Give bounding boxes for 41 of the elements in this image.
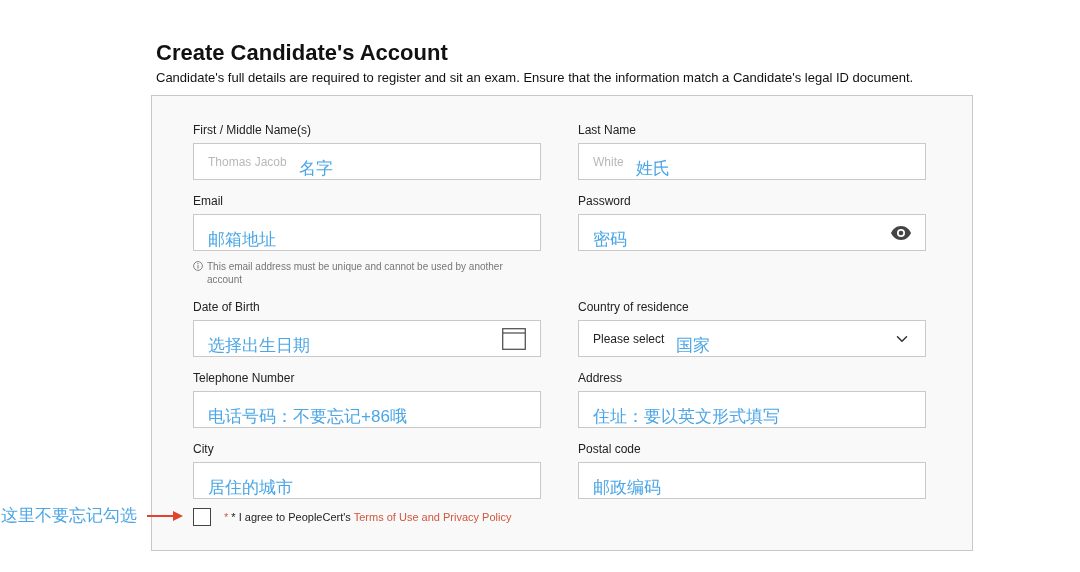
annotation-text: 邮箱地址 — [208, 230, 276, 250]
agree-text: * * I agree to PeopleCert's Terms of Use and Privacy Policy — [224, 511, 512, 523]
input-field[interactable]: 住址：要以英文形式填写 — [578, 391, 926, 428]
annotation-text: 姓氏 — [635, 159, 670, 179]
annotation-text: 密码 — [593, 230, 627, 250]
arrow-icon — [147, 510, 183, 521]
input-field[interactable]: 密码 — [578, 214, 926, 251]
info-icon — [193, 261, 203, 271]
input-field[interactable]: Thomas Jacob 名字 — [193, 143, 541, 180]
field-label: First / Middle Name(s) — [193, 123, 312, 138]
annotation-text: 国家 — [676, 336, 711, 356]
annotation-text: 住址：要以英文形式填写 — [593, 407, 780, 427]
input-field[interactable]: 居住的城市 — [193, 462, 541, 499]
field-label: Password — [578, 194, 632, 209]
page-subtitle: Candidate's full details are required to register and sit an exam. Ensure that the information match a Candidate's legal ID document. — [156, 70, 915, 85]
select-field[interactable]: Please select 国家 — [578, 320, 926, 357]
field-label: Last Name — [578, 123, 638, 138]
input-field[interactable]: 选择出生日期 — [193, 320, 541, 357]
input-field[interactable]: 邮箱地址 — [193, 214, 541, 251]
terms-link[interactable]: Terms of Use and Privacy Policy — [353, 511, 512, 523]
field-label: Country of residence — [578, 300, 690, 315]
input-field[interactable]: 电话号码：不要忘记+86哦 — [193, 391, 541, 428]
annotation-text: 电话号码：不要忘记+86哦 — [208, 407, 407, 427]
annotation-text: 选择出生日期 — [208, 336, 310, 356]
eye-icon[interactable] — [891, 225, 911, 240]
field-label: Date of Birth — [193, 300, 261, 315]
field-label: Email — [193, 194, 224, 209]
field-label: Telephone Number — [193, 371, 296, 386]
calendar-icon[interactable] — [502, 327, 526, 350]
annotation-text: 这里不要忘记勾选 — [1, 505, 137, 527]
agree-checkbox[interactable] — [193, 508, 211, 526]
input-field[interactable]: White 姓氏 — [578, 143, 926, 180]
annotation-text: 名字 — [298, 159, 333, 179]
page-title: Create Candidate's Account — [156, 40, 449, 66]
annotation-text: 居住的城市 — [208, 478, 293, 498]
field-label: City — [193, 442, 215, 457]
input-field[interactable]: 邮政编码 — [578, 462, 926, 499]
field-label: Postal code — [578, 442, 642, 457]
annotation-text: 邮政编码 — [593, 478, 661, 498]
field-label: Address — [578, 371, 624, 386]
hint-text: This email address must be unique and cannot be used by another account — [207, 260, 504, 286]
